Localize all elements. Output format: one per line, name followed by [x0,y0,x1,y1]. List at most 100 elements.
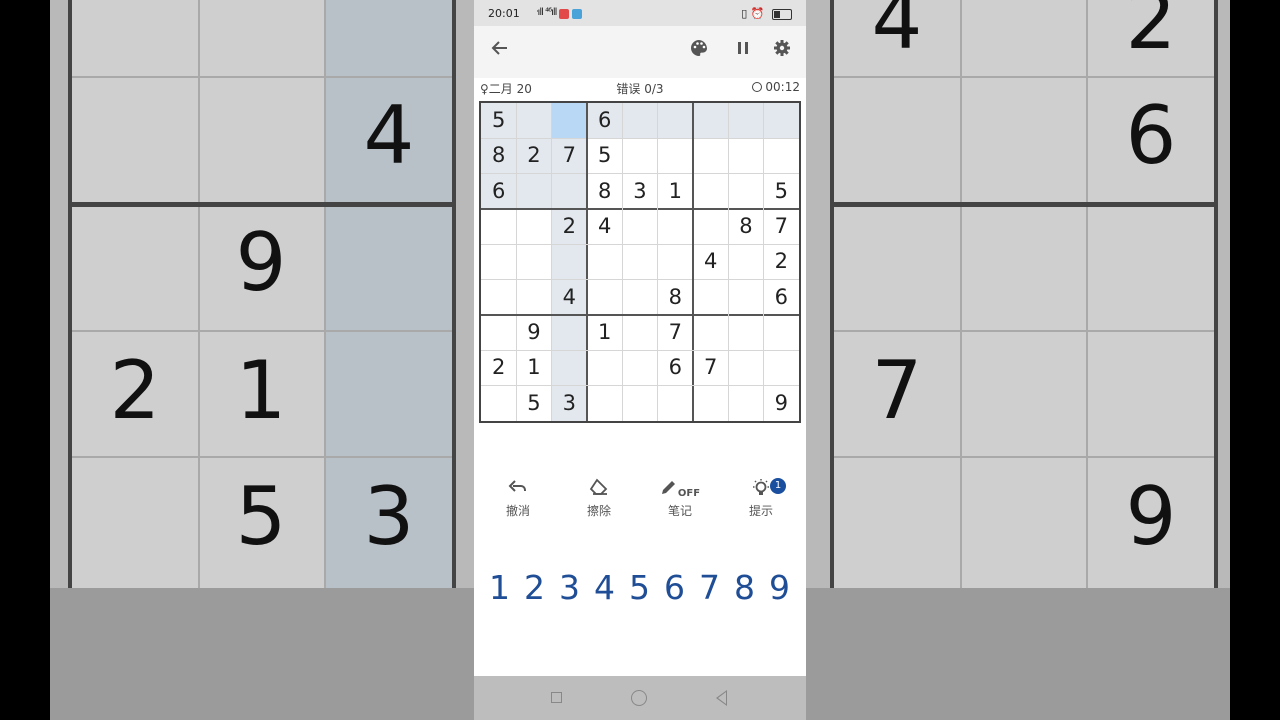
sudoku-cell-r4c4[interactable]: 4 [587,209,622,244]
sudoku-cell-r5c5[interactable] [622,244,657,279]
sudoku-cell-r6c5[interactable] [622,280,657,315]
pause-icon[interactable] [730,38,756,64]
sudoku-cell-r8c2[interactable]: 1 [516,350,551,385]
sudoku-cell-r1c9[interactable] [763,103,799,139]
sudoku-cell-r9c5[interactable] [622,386,657,421]
sudoku-cell-r5c1[interactable] [481,244,516,279]
numpad-7-button[interactable]: 7 [692,568,727,607]
sudoku-board[interactable]: 568275683152487424869172167539 [479,101,801,423]
sudoku-cell-r5c7[interactable]: 4 [693,244,728,279]
sudoku-cell-r2c9[interactable] [764,138,799,173]
numpad-4-button[interactable]: 4 [587,568,622,607]
undo-button[interactable]: 撤消 [488,478,548,519]
numpad-1-button[interactable]: 1 [482,568,517,607]
sudoku-cell-r1c3[interactable] [551,103,587,139]
back-button[interactable] [716,690,727,706]
sudoku-cell-r2c5[interactable] [622,138,657,173]
sudoku-cell-r1c1[interactable]: 5 [481,103,517,139]
recents-button[interactable] [551,692,562,703]
sudoku-cell-r2c6[interactable] [658,138,693,173]
sudoku-cell-r9c8[interactable] [728,386,763,421]
sudoku-cell-r1c2[interactable] [516,103,552,139]
sudoku-cell-r7c7[interactable] [693,315,728,350]
sudoku-cell-r3c2[interactable] [516,173,552,209]
sudoku-cell-r3c6[interactable]: 1 [658,174,693,209]
sudoku-cell-r3c9[interactable]: 5 [764,174,799,209]
numpad-3-button[interactable]: 3 [552,568,587,607]
sudoku-cell-r6c3[interactable]: 4 [551,279,587,315]
sudoku-cell-r7c4[interactable]: 1 [587,315,622,350]
sudoku-cell-r8c8[interactable] [728,350,763,385]
sudoku-cell-r1c7[interactable] [693,103,729,139]
sudoku-cell-r3c5[interactable]: 3 [622,174,657,209]
sudoku-cell-r5c2[interactable] [516,244,551,279]
sudoku-cell-r5c4[interactable] [587,244,622,279]
sudoku-cell-r1c8[interactable] [728,103,764,139]
hint-button[interactable]: 1 提示 [731,478,791,519]
sudoku-cell-r6c7[interactable] [693,280,728,315]
sudoku-cell-r7c3[interactable] [551,315,587,351]
sudoku-cell-r9c1[interactable] [481,386,516,421]
sudoku-cell-r1c6[interactable] [657,103,693,139]
sudoku-cell-r8c4[interactable] [587,350,622,385]
sudoku-cell-r9c2[interactable]: 5 [516,386,551,421]
sudoku-cell-r7c2[interactable]: 9 [516,315,551,350]
sudoku-cell-r8c9[interactable] [764,350,799,385]
sudoku-cell-r8c5[interactable] [622,350,657,385]
sudoku-cell-r9c7[interactable] [693,386,728,421]
numpad-9-button[interactable]: 9 [762,568,797,607]
sudoku-cell-r7c6[interactable]: 7 [658,315,693,350]
sudoku-cell-r5c6[interactable] [658,244,693,279]
sudoku-cell-r3c3[interactable] [551,173,587,209]
sudoku-cell-r4c6[interactable] [658,209,693,244]
sudoku-cell-r8c3[interactable] [551,350,587,386]
sudoku-cell-r3c4[interactable]: 8 [587,174,622,209]
sudoku-cell-r4c5[interactable] [622,209,657,244]
sudoku-cell-r1c5[interactable] [622,103,658,139]
sudoku-cell-r8c7[interactable]: 7 [693,350,728,385]
numpad-2-button[interactable]: 2 [517,568,552,607]
sudoku-cell-r7c8[interactable] [728,315,763,350]
sudoku-cell-r4c1[interactable] [481,209,516,244]
sudoku-cell-r6c1[interactable] [481,280,516,315]
home-button[interactable] [631,690,647,706]
sudoku-cell-r3c1[interactable]: 6 [481,173,517,209]
sudoku-cell-r8c1[interactable]: 2 [481,350,516,385]
notes-button[interactable]: OFF 笔记 [650,478,710,519]
sudoku-cell-r9c3[interactable]: 3 [551,385,587,421]
sudoku-cell-r6c2[interactable] [516,280,551,315]
sudoku-cell-r2c7[interactable] [693,138,728,173]
back-arrow-icon[interactable] [487,38,513,64]
gear-icon[interactable] [769,38,795,64]
sudoku-cell-r2c4[interactable]: 5 [587,138,622,173]
sudoku-cell-r2c1[interactable]: 8 [481,138,517,174]
sudoku-cell-r9c9[interactable]: 9 [764,386,799,421]
palette-icon[interactable] [686,38,712,64]
sudoku-cell-r3c7[interactable] [693,174,728,209]
sudoku-cell-r4c3[interactable]: 2 [551,209,587,245]
sudoku-cell-r2c3[interactable]: 7 [551,138,587,174]
sudoku-cell-r4c8[interactable]: 8 [728,209,763,244]
sudoku-cell-r6c9[interactable]: 6 [764,280,799,315]
erase-button[interactable]: 擦除 [569,478,629,519]
sudoku-cell-r1c4[interactable]: 6 [587,103,623,139]
sudoku-cell-r8c6[interactable]: 6 [658,350,693,385]
sudoku-cell-r5c9[interactable]: 2 [764,244,799,279]
numpad-5-button[interactable]: 5 [622,568,657,607]
sudoku-cell-r9c6[interactable] [658,386,693,421]
sudoku-cell-r7c5[interactable] [622,315,657,350]
sudoku-cell-r4c7[interactable] [693,209,728,244]
sudoku-cell-r5c8[interactable] [728,244,763,279]
numpad-8-button[interactable]: 8 [727,568,762,607]
sudoku-cell-r2c8[interactable] [728,138,763,173]
sudoku-cell-r4c9[interactable]: 7 [764,209,799,244]
sudoku-cell-r9c4[interactable] [587,386,622,421]
sudoku-cell-r6c6[interactable]: 8 [658,280,693,315]
sudoku-cell-r4c2[interactable] [516,209,551,244]
sudoku-cell-r3c8[interactable] [728,174,763,209]
sudoku-cell-r5c3[interactable] [551,244,587,280]
sudoku-cell-r6c8[interactable] [728,280,763,315]
sudoku-cell-r7c9[interactable] [764,315,799,350]
sudoku-cell-r6c4[interactable] [587,280,622,315]
sudoku-cell-r7c1[interactable] [481,315,516,350]
